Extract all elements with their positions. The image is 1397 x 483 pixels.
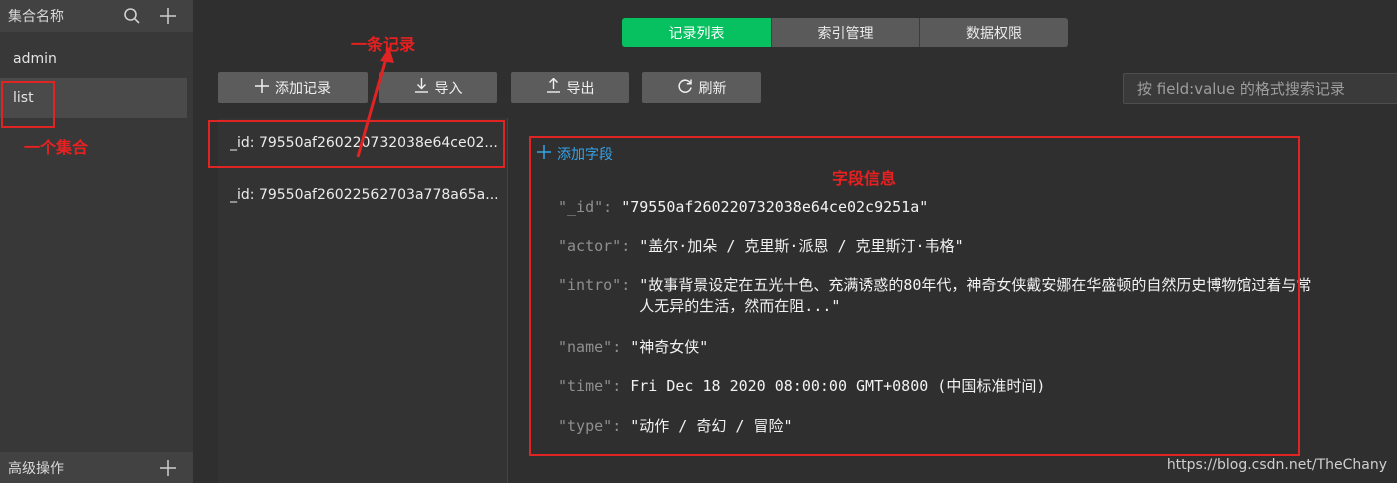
add-record-button[interactable]: 添加记录	[218, 72, 368, 103]
sidebar-title: 集合名称	[8, 9, 64, 25]
tab-data-permissions[interactable]: 数据权限	[919, 18, 1068, 47]
collection-highlight-box	[1, 81, 55, 128]
record-list: _id: 79550af260220732038e64ce02... _id: …	[218, 118, 508, 483]
export-button[interactable]: 导出	[511, 72, 629, 103]
record-item[interactable]: _id: 79550af26022562703a778a65a...	[230, 178, 506, 212]
export-label: 导出	[566, 80, 595, 97]
add-record-label: 添加记录	[275, 80, 331, 97]
sidebar-header: 集合名称	[0, 0, 193, 32]
refresh-button[interactable]: 刷新	[642, 72, 761, 103]
record-id-label: _id: 79550af26022562703a778a65a...	[230, 187, 499, 203]
advanced-operations-label: 高级操作	[8, 460, 64, 477]
view-tabs: 记录列表 索引管理 数据权限	[622, 18, 1068, 47]
import-label: 导入	[434, 80, 463, 97]
annotation-arrow	[356, 47, 394, 158]
tab-index-management[interactable]: 索引管理	[771, 18, 919, 47]
upload-icon	[546, 77, 561, 97]
sidebar-item-label: admin	[13, 51, 57, 67]
collection-sidebar: 集合名称 admin list 高级操作	[0, 0, 193, 483]
search-input[interactable]	[1123, 73, 1397, 104]
refresh-icon	[677, 78, 693, 98]
add-operation-icon[interactable]	[157, 457, 179, 479]
add-collection-icon[interactable]	[157, 5, 179, 27]
refresh-label: 刷新	[698, 80, 727, 97]
one-collection-annotation: 一个集合	[24, 138, 89, 157]
field-info-highlight-box	[529, 136, 1300, 456]
field-info-annotation: 字段信息	[832, 169, 897, 188]
search-icon[interactable]	[121, 5, 143, 27]
sidebar-item-admin[interactable]: admin	[0, 39, 187, 79]
watermark: https://blog.csdn.net/TheChany	[1166, 457, 1387, 473]
download-icon	[414, 78, 429, 97]
plus-icon	[255, 78, 269, 97]
tab-record-list[interactable]: 记录列表	[622, 18, 771, 47]
advanced-operations-bar: 高级操作	[0, 452, 193, 483]
